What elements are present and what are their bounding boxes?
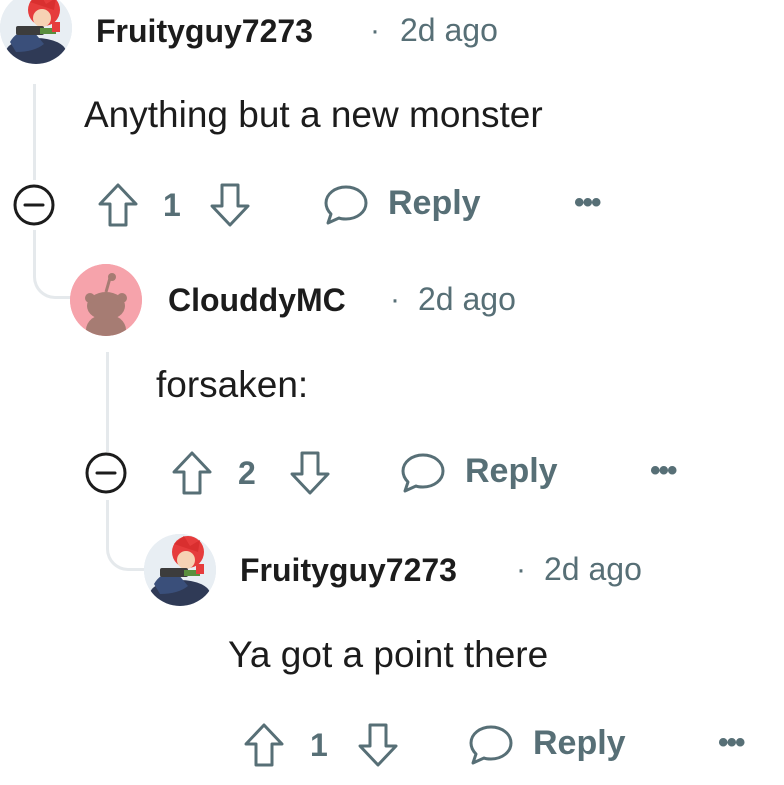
upvote-icon[interactable] [242, 722, 286, 768]
thread-line-1 [33, 84, 36, 180]
comment-text: Anything but a new monster [84, 94, 543, 135]
snoo-avatar-image [70, 264, 142, 336]
avatar[interactable] [0, 0, 72, 64]
vote-count: 1 [310, 727, 328, 763]
avatar-image [144, 534, 216, 606]
timestamp[interactable]: 2d ago [544, 551, 642, 588]
username[interactable]: Fruityguy7273 [240, 552, 457, 589]
reply-button[interactable]: Reply [465, 452, 558, 491]
collapse-thread-button[interactable] [84, 451, 128, 495]
reply-button[interactable]: Reply [533, 724, 626, 763]
downvote-icon[interactable] [208, 182, 252, 228]
comment-text: forsaken: [156, 364, 309, 405]
reply-bubble-icon[interactable] [400, 452, 446, 494]
upvote-icon[interactable] [96, 182, 140, 228]
vote-count: 1 [163, 187, 181, 223]
timestamp[interactable]: 2d ago [418, 281, 516, 318]
upvote-icon[interactable] [170, 450, 214, 496]
comment-text: Ya got a point there [228, 634, 549, 675]
reply-button[interactable]: Reply [388, 184, 481, 223]
timestamp[interactable]: 2d ago [400, 12, 498, 49]
username[interactable]: ClouddyMC [168, 282, 346, 319]
reply-bubble-icon[interactable] [323, 184, 369, 226]
avatar-image [0, 0, 72, 64]
more-options-icon[interactable]: ••• [650, 454, 677, 488]
meta-separator: · [370, 14, 380, 47]
collapse-thread-button[interactable] [12, 183, 56, 227]
thread-line-2 [106, 352, 109, 452]
downvote-icon[interactable] [356, 722, 400, 768]
avatar[interactable] [144, 534, 216, 606]
downvote-icon[interactable] [288, 450, 332, 496]
username[interactable]: Fruityguy7273 [96, 13, 313, 50]
meta-separator: · [390, 283, 400, 316]
vote-count: 2 [238, 455, 256, 491]
more-options-icon[interactable]: ••• [574, 186, 601, 220]
avatar[interactable] [70, 264, 142, 336]
reply-bubble-icon[interactable] [468, 724, 514, 766]
more-options-icon[interactable]: ••• [718, 726, 745, 760]
meta-separator: · [516, 553, 526, 586]
